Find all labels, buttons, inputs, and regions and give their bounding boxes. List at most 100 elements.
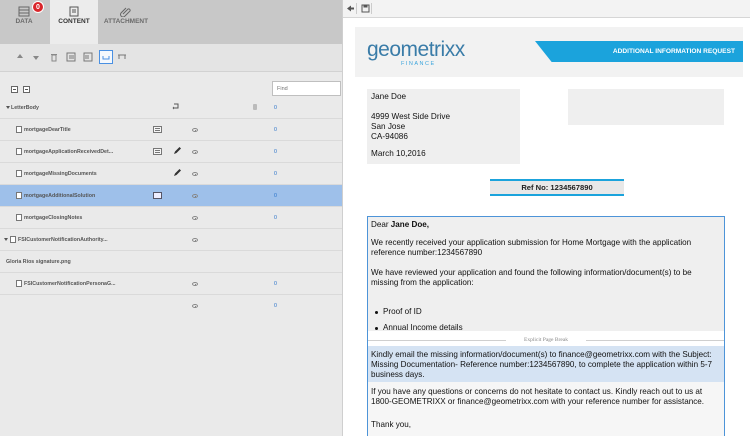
eye-icon[interactable] bbox=[192, 282, 198, 286]
find-input[interactable] bbox=[272, 81, 341, 96]
expand-all-icon[interactable] bbox=[11, 86, 18, 93]
page-break-marker: Explicit Page Break bbox=[368, 335, 724, 345]
edit-pencil-icon[interactable] bbox=[173, 168, 182, 177]
header-title: ADDITIONAL INFORMATION REQUEST bbox=[535, 41, 743, 62]
document-preview: geometrixx FINANCE ADDITIONAL INFORMATIO… bbox=[343, 0, 750, 436]
tree-row[interactable]: FSICustomerNotificationPersonaG... 0 bbox=[0, 273, 342, 295]
data-badge: 0 bbox=[32, 1, 44, 13]
tree-row-label: mortgageDearTitle bbox=[24, 127, 71, 133]
tab-attachment-label: ATTACHMENT bbox=[103, 18, 149, 25]
attachment-icon bbox=[120, 6, 132, 18]
expand-arrow-icon[interactable] bbox=[4, 238, 8, 241]
note-icon[interactable] bbox=[153, 126, 162, 133]
tab-attachment[interactable]: ATTACHMENT bbox=[101, 0, 151, 44]
tree-row-label: mortgageMissingDocuments bbox=[24, 171, 97, 177]
eye-icon[interactable] bbox=[192, 150, 198, 154]
tree-row[interactable]: mortgageClosingNotes 0 bbox=[0, 207, 342, 229]
data-icon bbox=[18, 6, 30, 17]
panel-tabs: 0 DATA CONTENT ATTACHMENT bbox=[0, 0, 342, 44]
preview-toolbar bbox=[343, 0, 750, 18]
bullet-icon bbox=[375, 311, 378, 314]
expand-arrow-icon[interactable] bbox=[6, 106, 10, 109]
edit-pencil-icon[interactable] bbox=[173, 146, 182, 155]
note-icon[interactable] bbox=[153, 148, 162, 155]
salutation-dear: Dear bbox=[371, 220, 389, 229]
eye-icon[interactable] bbox=[192, 304, 198, 308]
document-icon bbox=[16, 214, 22, 221]
return-arrow-icon bbox=[172, 102, 180, 110]
placeholder-box[interactable] bbox=[568, 89, 724, 125]
move-down-icon[interactable] bbox=[31, 52, 41, 62]
tree-row-count: 0 bbox=[274, 193, 277, 199]
tab-content-label: CONTENT bbox=[58, 18, 90, 25]
letter-section[interactable]: Dear Jane Doe, We recently received your… bbox=[368, 217, 724, 332]
tree-row[interactable]: LetterBody 0 bbox=[0, 97, 342, 119]
outdent-icon[interactable] bbox=[83, 52, 93, 62]
tree-row-label: FSICustomerNotificationAuthority... bbox=[18, 237, 108, 243]
tree-row-label: FSICustomerNotificationPersonaG... bbox=[24, 281, 116, 287]
letter-section[interactable]: Kindly email the missing information/doc… bbox=[368, 346, 724, 436]
paragraph: We recently received your application su… bbox=[371, 238, 692, 257]
tree-row-count: 0 bbox=[274, 149, 277, 155]
tree-row-selected[interactable]: mortgageAdditionalSolution 0 bbox=[0, 185, 342, 207]
address-line: CA-94086 bbox=[371, 132, 408, 141]
tree-row-label: mortgageApplicationReceivedDet... bbox=[24, 149, 114, 155]
list-item: Annual Income details bbox=[383, 323, 463, 332]
collapse-all-icon[interactable] bbox=[23, 86, 30, 93]
move-up-icon[interactable] bbox=[15, 52, 25, 62]
mail-icon[interactable] bbox=[153, 192, 162, 199]
tree-row-count: 0 bbox=[274, 303, 277, 309]
document-icon bbox=[10, 236, 16, 243]
back-arrow-icon[interactable] bbox=[345, 3, 357, 14]
salutation: Dear Jane Doe, bbox=[371, 220, 721, 230]
letter-body[interactable]: Dear Jane Doe, We recently received your… bbox=[367, 216, 725, 436]
list-item: Proof of ID bbox=[383, 307, 422, 316]
letter-header: geometrixx FINANCE ADDITIONAL INFORMATIO… bbox=[355, 27, 743, 77]
lock-icon bbox=[253, 104, 257, 110]
indent-icon[interactable] bbox=[66, 52, 76, 62]
tree-row[interactable]: mortgageDearTitle 0 bbox=[0, 119, 342, 141]
address-block[interactable]: Jane Doe 4999 West Side Drive San Jose C… bbox=[367, 89, 520, 164]
document-icon bbox=[16, 280, 22, 287]
eye-icon[interactable] bbox=[192, 194, 198, 198]
document-icon bbox=[16, 192, 22, 199]
delete-icon[interactable] bbox=[49, 52, 59, 62]
tree-row[interactable]: Gloria Rios signature.png bbox=[0, 251, 342, 273]
salutation-name: Jane Doe, bbox=[390, 220, 430, 229]
content-icon bbox=[68, 6, 80, 17]
letter-date: March 10,2016 bbox=[371, 149, 426, 158]
address-line: 4999 West Side Drive bbox=[371, 112, 451, 121]
tree-row[interactable]: mortgageMissingDocuments 0 bbox=[0, 163, 342, 185]
company-logo: geometrixx bbox=[367, 38, 465, 61]
tree-row[interactable]: mortgageApplicationReceivedDet... 0 bbox=[0, 141, 342, 163]
eye-icon[interactable] bbox=[192, 172, 198, 176]
bullet-icon bbox=[375, 327, 378, 330]
page-break-icon[interactable] bbox=[117, 52, 127, 62]
recipient-name: Jane Doe bbox=[371, 92, 407, 101]
closing: Thank you, bbox=[371, 420, 412, 429]
tab-data[interactable]: 0 DATA bbox=[2, 0, 46, 44]
save-icon[interactable] bbox=[360, 3, 372, 14]
tab-content[interactable]: CONTENT bbox=[50, 0, 98, 44]
tree-row-label: Gloria Rios signature.png bbox=[6, 259, 71, 265]
eye-icon[interactable] bbox=[192, 238, 198, 242]
eye-icon[interactable] bbox=[192, 216, 198, 220]
tree-row-count: 0 bbox=[274, 281, 277, 287]
paragraph: We have reviewed your application and fo… bbox=[371, 268, 692, 287]
tree-row-count: 0 bbox=[274, 105, 277, 111]
tree-row-label: LetterBody bbox=[11, 105, 39, 111]
tree-row-label: mortgageClosingNotes bbox=[24, 215, 83, 221]
document-icon bbox=[16, 148, 22, 155]
company-logo-sub: FINANCE bbox=[401, 61, 436, 67]
tab-data-label: DATA bbox=[15, 18, 33, 25]
insert-below-icon[interactable] bbox=[99, 50, 113, 64]
paragraph: Kindly email the missing information/doc… bbox=[371, 350, 713, 379]
tree-row[interactable]: FSICustomerNotificationAuthority... bbox=[0, 229, 342, 251]
document-icon bbox=[16, 126, 22, 133]
reference-number: Ref No: 1234567890 bbox=[490, 179, 624, 196]
document-icon bbox=[16, 170, 22, 177]
tree-row-count: 0 bbox=[274, 127, 277, 133]
eye-icon[interactable] bbox=[192, 128, 198, 132]
tree-row[interactable]: 0 bbox=[0, 295, 342, 317]
tree-row-count: 0 bbox=[274, 215, 277, 221]
